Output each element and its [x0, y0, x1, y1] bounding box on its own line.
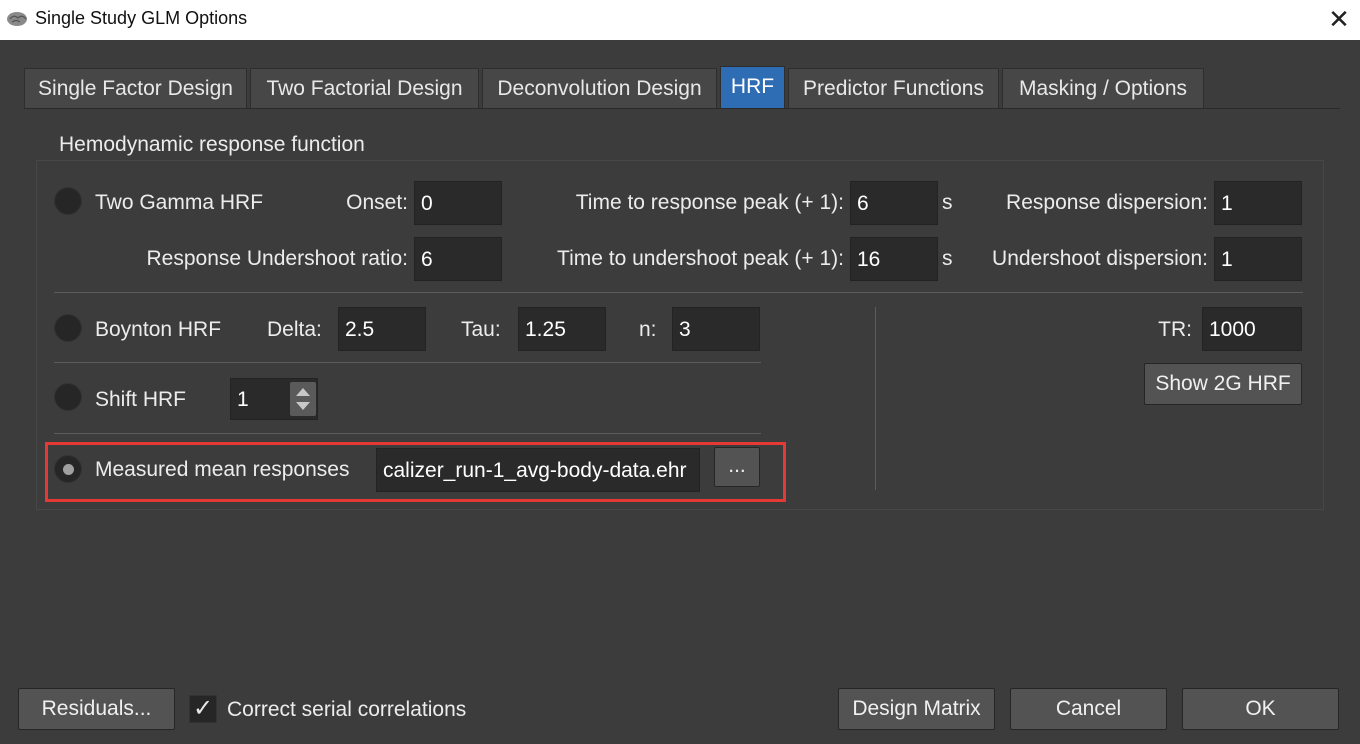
response-peak-input[interactable]: 6 — [850, 181, 938, 225]
response-dispersion-label: Response dispersion: — [1006, 191, 1208, 214]
undershoot-dispersion-label: Undershoot dispersion: — [992, 247, 1208, 270]
delta-label: Delta: — [267, 318, 322, 341]
n-input[interactable]: 3 — [672, 307, 760, 351]
spin-arrows-icon[interactable] — [290, 382, 316, 416]
spin-down-icon[interactable] — [296, 402, 310, 410]
highlight-box — [45, 442, 786, 502]
delta-input[interactable]: 2.5 — [338, 307, 426, 351]
spin-up-icon[interactable] — [296, 388, 310, 396]
tab-two-factorial-design[interactable]: Two Factorial Design — [250, 68, 479, 109]
correct-serial-correlations-checkbox[interactable]: ✓ — [189, 695, 217, 723]
undershoot-ratio-input[interactable]: 6 — [414, 237, 502, 281]
shift-hrf-radio[interactable] — [54, 383, 82, 411]
correct-serial-correlations-label: Correct serial correlations — [227, 698, 467, 721]
tab-predictor-functions[interactable]: Predictor Functions — [788, 68, 999, 109]
response-peak-unit: s — [942, 191, 953, 214]
close-icon[interactable]: ✕ — [1326, 6, 1352, 32]
cancel-button[interactable]: Cancel — [1010, 688, 1167, 730]
response-peak-label: Time to response peak (+ 1): — [575, 191, 844, 214]
group-title: Hemodynamic response function — [59, 133, 365, 156]
tau-label: Tau: — [461, 318, 501, 341]
residuals-button[interactable]: Residuals... — [18, 688, 175, 730]
shift-hrf-label: Shift HRF — [95, 388, 187, 411]
divider — [54, 362, 761, 363]
response-dispersion-input[interactable]: 1 — [1214, 181, 1302, 225]
undershoot-dispersion-input[interactable]: 1 — [1214, 237, 1302, 281]
tab-hrf[interactable]: HRF — [720, 66, 785, 109]
undershoot-peak-unit: s — [942, 247, 953, 270]
tr-input[interactable]: 1000 — [1202, 307, 1302, 351]
boynton-radio[interactable] — [54, 314, 82, 342]
tab-masking-options[interactable]: Masking / Options — [1002, 68, 1204, 109]
tau-input[interactable]: 1.25 — [518, 307, 606, 351]
n-label: n: — [639, 318, 657, 341]
vertical-divider — [875, 307, 876, 490]
design-matrix-button[interactable]: Design Matrix — [838, 688, 995, 730]
divider — [54, 292, 1303, 293]
tab-deconvolution-design[interactable]: Deconvolution Design — [482, 68, 717, 109]
boynton-label: Boynton HRF — [95, 318, 222, 341]
onset-label: Onset: — [346, 191, 408, 214]
brain-app-icon — [7, 12, 27, 26]
undershoot-ratio-label: Response Undershoot ratio: — [146, 247, 409, 270]
divider — [54, 433, 761, 434]
undershoot-peak-label: Time to undershoot peak (+ 1): — [557, 247, 844, 270]
two-gamma-radio[interactable] — [54, 187, 82, 215]
undershoot-peak-input[interactable]: 16 — [850, 237, 938, 281]
onset-input[interactable]: 0 — [414, 181, 502, 225]
tab-single-factor-design[interactable]: Single Factor Design — [24, 68, 247, 109]
window-title: Single Study GLM Options — [35, 8, 248, 28]
title-bar: Single Study GLM Options ✕ — [0, 0, 1360, 40]
show-2g-hrf-button[interactable]: Show 2G HRF — [1144, 363, 1302, 405]
two-gamma-label: Two Gamma HRF — [95, 191, 264, 214]
ok-button[interactable]: OK — [1182, 688, 1339, 730]
tab-bar-divider — [24, 108, 1340, 109]
tr-label: TR: — [1158, 318, 1192, 341]
